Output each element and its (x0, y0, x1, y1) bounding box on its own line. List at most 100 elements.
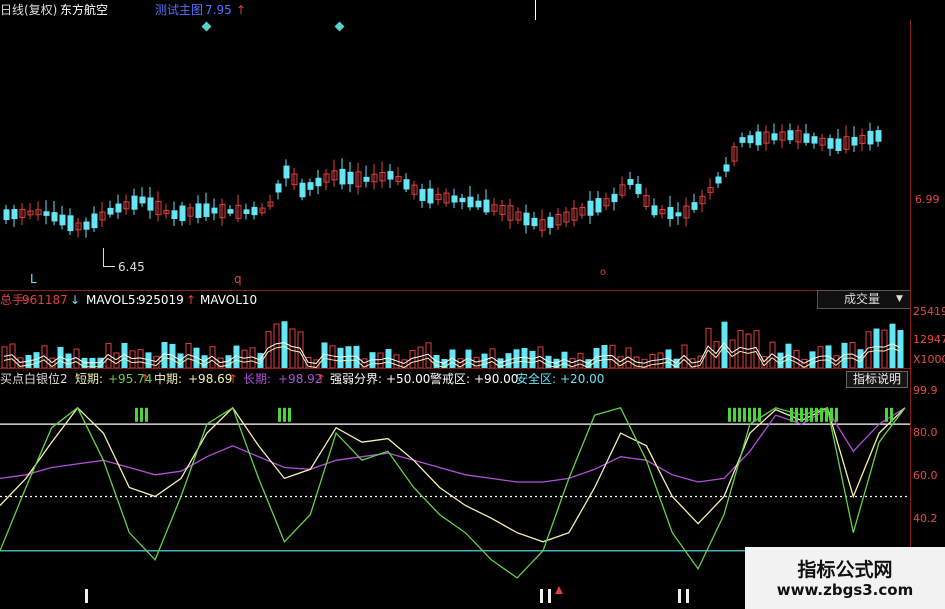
buy-signal-mark (728, 407, 731, 422)
buy-signal-mark (758, 407, 761, 422)
volume-axis-mid: 12947 (913, 333, 945, 346)
buy-signal-mark (145, 407, 148, 422)
indicator-divider (0, 368, 910, 369)
candle-body (179, 205, 186, 222)
low-signal-mark (85, 589, 88, 603)
volume-bar (657, 352, 664, 368)
indicator-name: 买点白银位2 (0, 372, 68, 386)
volume-bar (201, 355, 208, 368)
volume-bar (889, 323, 896, 368)
candle-body (691, 202, 698, 210)
volume-bar (513, 349, 520, 368)
indicator-selector[interactable]: 成交量 ▼ (817, 290, 911, 309)
volume-bar (417, 346, 424, 368)
buy-signal-mark (885, 407, 888, 422)
indicator-explain-button[interactable]: 指标说明 (846, 371, 908, 388)
candle-body (531, 217, 538, 227)
volume-bar (601, 345, 608, 368)
chevron-down-icon: ▼ (896, 294, 903, 304)
volume-bars[interactable] (0, 310, 910, 368)
chart-header: 日线(复权) 东方航空 测试主图 7.95 ↑ (0, 0, 536, 20)
volume-bar (609, 344, 616, 368)
mavol5-label: MAVOL5: (86, 293, 140, 307)
volume-bar (617, 356, 624, 368)
candle-body (171, 210, 178, 220)
candle-body (363, 176, 370, 182)
volume-bar (521, 347, 528, 368)
volume-bar (65, 353, 72, 368)
watermark-box: 指标公式网 www.zbgs3.com (745, 547, 945, 609)
volume-bar (345, 346, 352, 368)
indicator-axis-label: 40.2 (913, 512, 938, 525)
low-price-label: 6.45 (118, 260, 145, 274)
volume-bar (9, 343, 16, 368)
low-signal-mark (678, 589, 681, 603)
candle-body (651, 205, 658, 216)
up-arrow-icon (555, 586, 563, 594)
volume-bar (777, 352, 784, 368)
candle-body (299, 182, 306, 198)
candle-body (211, 207, 218, 214)
candle-body (139, 196, 146, 204)
candle-body (875, 130, 882, 142)
buy-signal-mark (815, 407, 818, 422)
indicator-label: 测试主图 (155, 3, 204, 17)
up-arrow-icon: ↑ (316, 372, 327, 386)
mid-value: +98.69 (188, 372, 233, 386)
volume-bar (737, 330, 744, 368)
buy-signal-mark (738, 407, 741, 422)
volume-axis-unit: X1000 (913, 353, 945, 366)
price-axis: 6.99 (910, 20, 945, 290)
buy-signal-mark (800, 407, 803, 422)
buy-signal-mark (748, 407, 751, 422)
mark-right: o (600, 267, 607, 278)
indicator-axis-label: 80.0 (913, 426, 938, 439)
candle-body (811, 136, 818, 144)
candle-body (11, 209, 18, 220)
mavol5-value: 925019 (138, 293, 184, 307)
candle-body (787, 130, 794, 141)
boundary-value: +50.00 (386, 372, 431, 386)
indicator-value: 7.95 (205, 3, 232, 17)
candle-body (627, 179, 634, 185)
candle-body (851, 136, 858, 146)
volume-bar (761, 356, 768, 368)
volume-bar (33, 352, 40, 368)
candle-body (115, 203, 122, 213)
candle-body (51, 212, 58, 222)
candle-body (243, 209, 250, 214)
candle-body (203, 203, 210, 217)
buy-signal-mark (795, 407, 798, 422)
safe-label: 安全区: (516, 372, 557, 386)
candle-body (451, 195, 458, 203)
buy-signal-mark (743, 407, 746, 422)
volume-bar (177, 353, 184, 368)
volume-bar (817, 346, 824, 368)
watermark-title: 指标公式网 (797, 559, 893, 581)
volume-bar (273, 323, 280, 368)
candle-body (771, 133, 778, 141)
buy-signal-mark (790, 407, 793, 422)
buy-signal-mark (278, 407, 281, 422)
buy-signal-mark (288, 407, 291, 422)
candle-body (587, 200, 594, 216)
safe-value: +20.00 (560, 372, 605, 386)
candle-body (739, 137, 746, 143)
candle-body (755, 131, 762, 146)
volume-bar (833, 355, 840, 368)
candle-body (835, 138, 842, 151)
volume-bar (425, 342, 432, 368)
candle-body (667, 206, 674, 220)
candle-body (59, 214, 66, 226)
buy-signal-mark (733, 407, 736, 422)
warning-label: 警戒区: (430, 372, 471, 386)
mark-q: q (234, 272, 242, 286)
candle-body (251, 206, 258, 216)
chart-name: 日线(复权) (0, 3, 58, 17)
candle-body (827, 138, 834, 149)
candle-body (283, 165, 290, 179)
mavol10-label: MAVOL10 (200, 293, 258, 307)
volume-bar (377, 352, 384, 368)
price-candles[interactable] (0, 20, 910, 290)
short-label: 短期: (75, 372, 104, 386)
